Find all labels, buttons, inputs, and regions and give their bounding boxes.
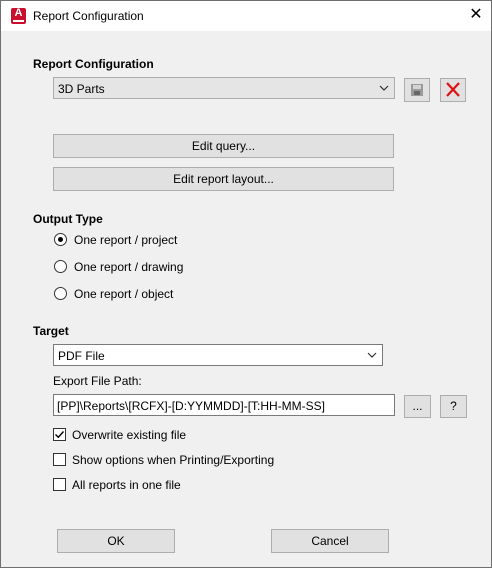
cancel-label: Cancel — [311, 534, 349, 548]
autocad-app-icon: A — [11, 7, 26, 24]
delete-button[interactable] — [440, 78, 466, 102]
export-file-path-input[interactable]: [PP]\Reports\[RCFX]-[D:YYMMDD]-[T:HH-MM-… — [53, 394, 395, 416]
ok-button[interactable]: OK — [57, 529, 175, 553]
chevron-down-icon — [367, 352, 377, 358]
delete-icon — [446, 82, 460, 97]
target-value: PDF File — [58, 349, 105, 363]
chevron-down-icon — [379, 85, 389, 91]
checkbox-label: Show options when Printing/Exporting — [72, 453, 275, 467]
radio-label: One report / project — [74, 233, 178, 247]
target-select[interactable]: PDF File — [53, 344, 383, 366]
report-configuration-select[interactable]: 3D Parts — [53, 77, 395, 99]
checkbox[interactable] — [53, 428, 66, 441]
edit-report-layout-label: Edit report layout... — [173, 172, 274, 186]
radio-button[interactable] — [54, 233, 67, 246]
radio-label: One report / drawing — [74, 260, 184, 274]
save-icon — [411, 84, 423, 96]
edit-query-label: Edit query... — [191, 139, 256, 153]
report-configuration-dialog: A Report Configuration ✕ Report Configur… — [0, 0, 492, 568]
title-bar: A Report Configuration ✕ — [1, 1, 491, 31]
report-configuration-value: 3D Parts — [58, 82, 105, 96]
close-icon[interactable]: ✕ — [467, 5, 485, 25]
target-heading: Target — [33, 324, 69, 338]
edit-report-layout-button[interactable]: Edit report layout... — [53, 167, 394, 191]
cancel-button[interactable]: Cancel — [271, 529, 389, 553]
checkbox-label: All reports in one file — [72, 478, 181, 492]
ok-label: OK — [107, 534, 125, 548]
window-title: Report Configuration — [33, 9, 144, 23]
radio-button[interactable] — [54, 260, 67, 273]
edit-query-button[interactable]: Edit query... — [53, 134, 394, 158]
export-file-path-value: [PP]\Reports\[RCFX]-[D:YYMMDD]-[T:HH-MM-… — [57, 399, 326, 413]
browse-label: ... — [412, 399, 423, 413]
output-type-heading: Output Type — [33, 212, 103, 226]
radio-button[interactable] — [54, 287, 67, 300]
browse-button[interactable]: ... — [404, 395, 431, 418]
checkbox[interactable] — [53, 478, 66, 491]
report-configuration-heading: Report Configuration — [33, 57, 154, 71]
help-label: ? — [450, 399, 457, 413]
radio-label: One report / object — [74, 287, 174, 301]
help-button[interactable]: ? — [440, 395, 467, 418]
save-button[interactable] — [404, 78, 430, 102]
app-icon-letter: A — [14, 7, 23, 19]
export-file-path-label: Export File Path: — [53, 374, 142, 388]
checkmark-icon — [55, 431, 65, 439]
checkbox-label: Overwrite existing file — [72, 428, 187, 442]
checkbox[interactable] — [53, 453, 66, 466]
